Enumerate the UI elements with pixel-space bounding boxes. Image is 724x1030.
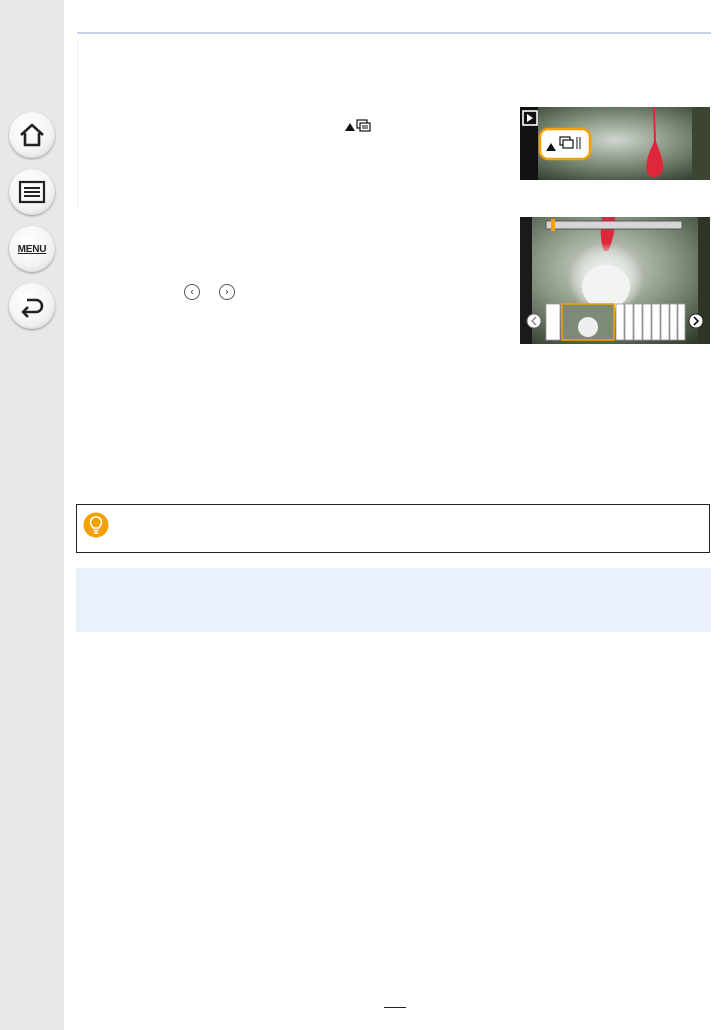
section-guide bbox=[77, 40, 78, 208]
back-arrow-icon bbox=[21, 298, 44, 318]
next-button-icon: › bbox=[219, 284, 235, 300]
contents-button[interactable] bbox=[9, 169, 55, 215]
playback-screen-image bbox=[520, 107, 710, 180]
menu-button[interactable]: MENU bbox=[9, 226, 55, 272]
list-icon bbox=[18, 180, 46, 204]
previous-button-icon: ‹ bbox=[184, 284, 200, 300]
home-icon bbox=[20, 123, 44, 147]
back-button[interactable] bbox=[9, 283, 55, 329]
burst-playback-icon bbox=[345, 119, 371, 132]
note-section bbox=[76, 568, 711, 632]
burst-frames-image bbox=[520, 217, 710, 344]
page-number bbox=[384, 993, 406, 1008]
menu-label: MENU bbox=[17, 243, 47, 255]
header-rule bbox=[77, 32, 711, 34]
home-button[interactable] bbox=[9, 112, 55, 158]
burst-frames-thumbnail bbox=[520, 217, 710, 344]
playback-screen-thumbnail bbox=[520, 107, 710, 180]
sidebar-nav: MENU bbox=[0, 0, 64, 1030]
lightbulb-icon bbox=[83, 512, 109, 538]
tip-box bbox=[76, 504, 710, 553]
